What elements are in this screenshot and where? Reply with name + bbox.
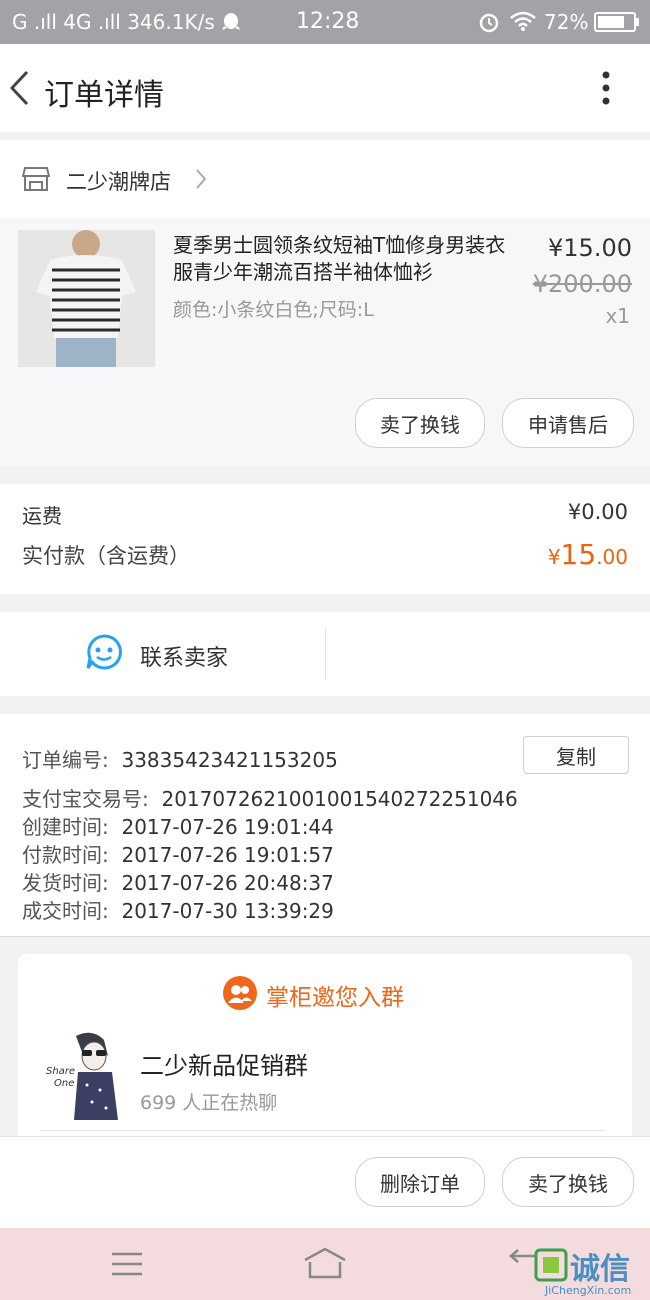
group-icon bbox=[223, 976, 257, 1014]
product-row[interactable]: 夏季男士圆领条纹短袖T恤修身男装衣服青少年潮流百搭半袖体恤衫 颜色:小条纹白色;… bbox=[0, 218, 650, 466]
group-member-count: 699 人正在热聊 bbox=[140, 1092, 278, 1114]
paid-currency: ¥ bbox=[547, 545, 561, 569]
info-label: 成交时间: bbox=[22, 899, 109, 923]
info-value: 2017-07-26 19:01:57 bbox=[121, 843, 334, 867]
chevron-right-icon bbox=[194, 168, 208, 194]
paid-amount: ¥15.00 bbox=[548, 538, 628, 571]
order-info-row: 创建时间: 2017-07-26 19:01:44 bbox=[22, 811, 334, 840]
shop-icon bbox=[21, 166, 51, 196]
page-title: 订单详情 bbox=[44, 78, 164, 113]
order-info-card: 订单编号: 33835423421153205 复制 支付宝交易号: 20170… bbox=[0, 714, 650, 936]
wifi-icon bbox=[510, 11, 536, 36]
order-info-row: 订单编号: 33835423421153205 bbox=[22, 744, 338, 773]
shop-name: 二少潮牌店 bbox=[66, 170, 171, 194]
info-label: 支付宝交易号: bbox=[22, 787, 149, 811]
shipping-label: 运费 bbox=[22, 504, 62, 528]
back-icon[interactable] bbox=[8, 70, 30, 110]
info-value: 2017-07-26 19:01:44 bbox=[121, 815, 334, 839]
more-icon[interactable] bbox=[600, 70, 612, 110]
status-left: G .ıll 4G .ıll 346.1K/s bbox=[12, 10, 215, 34]
product-quantity: x1 bbox=[605, 304, 630, 328]
status-bar: G .ıll 4G .ıll 346.1K/s 12:28 72% bbox=[0, 0, 650, 44]
group-invite-title: 掌柜邀您入群 bbox=[266, 985, 404, 1011]
info-value: 2017072621001001540272251046 bbox=[161, 787, 518, 811]
paid-label: 实付款（含运费） bbox=[22, 544, 190, 568]
info-value: 2017-07-26 20:48:37 bbox=[121, 871, 334, 895]
chat-bubble-icon bbox=[84, 632, 124, 676]
watermark-logo-icon bbox=[534, 1248, 568, 1286]
avatar-text-share: Share bbox=[46, 1066, 76, 1077]
info-label: 发货时间: bbox=[22, 871, 109, 895]
qq-icon bbox=[222, 12, 240, 37]
avatar-text-one: One bbox=[54, 1078, 75, 1089]
order-info-row: 成交时间: 2017-07-30 13:39:29 bbox=[22, 895, 334, 924]
fee-card: 运费 ¥0.00 实付款（含运费） ¥15.00 bbox=[0, 484, 650, 594]
menu-icon[interactable] bbox=[110, 1250, 144, 1282]
paid-decimal: .00 bbox=[596, 545, 628, 569]
watermark-url: JiChengXin.com bbox=[545, 1284, 632, 1297]
app-bar: 订单详情 bbox=[0, 44, 650, 132]
product-price: ¥15.00 bbox=[548, 234, 632, 262]
contact-bar: 联系卖家 bbox=[0, 612, 650, 696]
divider bbox=[40, 1130, 606, 1131]
after-sales-button[interactable]: 申请售后 bbox=[502, 398, 634, 448]
alarm-icon bbox=[478, 11, 500, 38]
group-name: 二少新品促销群 bbox=[140, 1052, 308, 1080]
battery-icon bbox=[594, 12, 640, 37]
contact-seller-button[interactable]: 联系卖家 bbox=[84, 632, 324, 676]
product-original-price: ¥200.00 bbox=[532, 270, 632, 298]
info-label: 付款时间: bbox=[22, 843, 109, 867]
delete-order-button[interactable]: 删除订单 bbox=[355, 1157, 485, 1207]
contact-seller-label: 联系卖家 bbox=[140, 646, 229, 671]
shop-row[interactable]: 二少潮牌店 bbox=[0, 140, 650, 218]
order-info-row: 支付宝交易号: 2017072621001001540272251046 bbox=[22, 783, 518, 812]
battery-text: 72% bbox=[544, 10, 589, 34]
divider bbox=[325, 628, 326, 680]
group-avatar: Share One bbox=[42, 1030, 126, 1122]
home-icon[interactable] bbox=[302, 1246, 348, 1284]
order-info-row: 付款时间: 2017-07-26 19:01:57 bbox=[22, 839, 334, 868]
sell-for-cash-button[interactable]: 卖了换钱 bbox=[502, 1157, 634, 1207]
info-label: 创建时间: bbox=[22, 815, 109, 839]
info-label: 订单编号: bbox=[22, 748, 109, 772]
info-value: 33835423421153205 bbox=[121, 748, 338, 772]
system-nav-bar: 诚信 JiChengXin.com bbox=[0, 1228, 650, 1300]
paid-integer: 15 bbox=[560, 538, 597, 571]
order-info-row: 发货时间: 2017-07-26 20:48:37 bbox=[22, 867, 334, 896]
copy-button[interactable]: 复制 bbox=[523, 736, 629, 774]
status-time: 12:28 bbox=[296, 9, 360, 34]
bottom-action-bar: 删除订单 卖了换钱 bbox=[0, 1136, 650, 1228]
sell-for-cash-button[interactable]: 卖了换钱 bbox=[355, 398, 485, 448]
product-spec: 颜色:小条纹白色;尺码:L bbox=[173, 299, 374, 321]
watermark-text: 诚信 bbox=[570, 1252, 630, 1287]
product-title: 夏季男士圆领条纹短袖T恤修身男装衣服青少年潮流百搭半袖体恤衫 bbox=[173, 233, 506, 284]
info-value: 2017-07-30 13:39:29 bbox=[121, 899, 334, 923]
group-invite-card[interactable]: 掌柜邀您入群 Share One 二少新品促销群 699 人正在热聊 bbox=[18, 954, 632, 1154]
product-image bbox=[18, 230, 155, 367]
section-divider bbox=[0, 936, 650, 937]
shipping-value: ¥0.00 bbox=[567, 500, 628, 524]
